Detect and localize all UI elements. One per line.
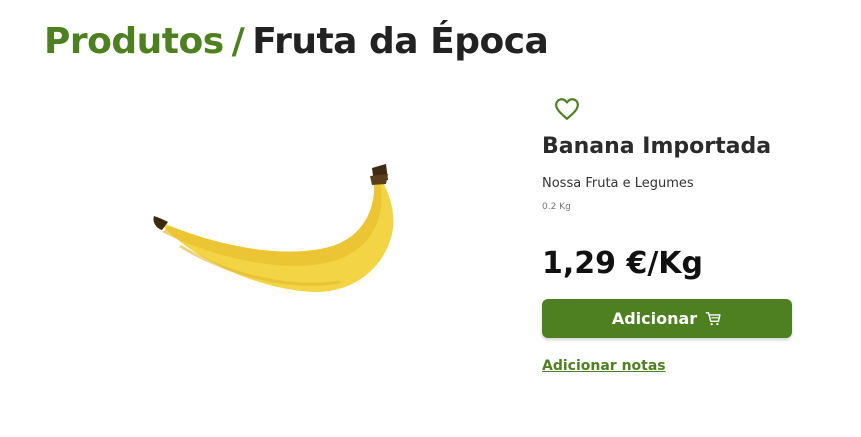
heart-outline-icon[interactable] [554, 96, 580, 122]
add-to-cart-label: Adicionar [611, 309, 698, 328]
add-to-cart-button[interactable]: Adicionar [542, 299, 792, 338]
product-price: 1,29 €/Kg [542, 246, 704, 281]
breadcrumb: Produtos / Fruta da Época [44, 18, 549, 66]
breadcrumb-products-link[interactable]: Produtos [44, 21, 224, 62]
product-name: Banana Importada [542, 134, 772, 159]
product-page: Produtos / Fruta da Época Banana Importada… [0, 0, 861, 437]
product-weight: 0.2 Kg [542, 202, 571, 212]
add-notes-link[interactable]: Adicionar notas [542, 358, 666, 374]
breadcrumb-current-category: Fruta da Época [252, 21, 549, 62]
product-brand: Nossa Fruta e Legumes [542, 176, 694, 191]
breadcrumb-separator: / [231, 21, 245, 62]
product-image [153, 164, 394, 292]
cart-icon [705, 312, 721, 326]
